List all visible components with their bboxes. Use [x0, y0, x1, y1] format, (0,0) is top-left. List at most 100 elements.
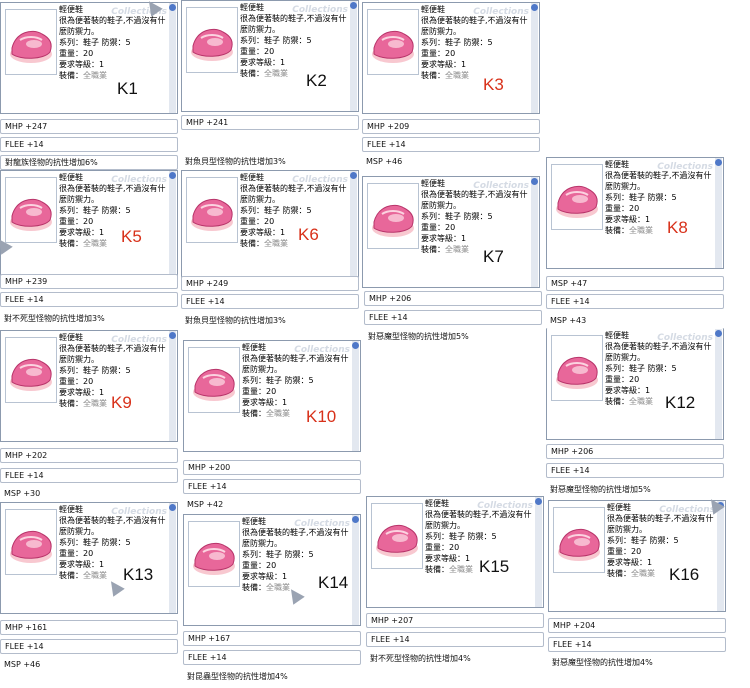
item-level: 要求等級：1 — [605, 215, 651, 224]
stat-mhp: MHP +239 — [0, 274, 178, 289]
item-weight: 重量：20 — [242, 561, 277, 570]
close-icon[interactable] — [350, 172, 357, 179]
card-tag: K16 — [669, 565, 700, 584]
item-weight: 重量：20 — [59, 217, 94, 226]
equip-label: 裝備： — [242, 583, 266, 592]
stat-flee: FLEE +14 — [183, 479, 361, 494]
stat-msp: MSP +43 — [546, 314, 724, 329]
scrollbar[interactable] — [531, 3, 538, 113]
scrollbar[interactable] — [352, 515, 359, 625]
collections-watermark: Collections — [294, 345, 350, 355]
stat-resist: 對魚貝型怪物的抗性增加3% — [181, 155, 359, 170]
equip-value: 全職業 — [83, 71, 107, 80]
item-series: 系列：鞋子 防禦：5 — [59, 206, 131, 215]
close-icon[interactable] — [535, 498, 542, 505]
close-icon[interactable] — [715, 159, 722, 166]
equip-label: 裝備： — [59, 571, 83, 580]
stat-flee: FLEE +14 — [362, 137, 540, 152]
close-icon[interactable] — [531, 4, 538, 11]
item-series: 系列：鞋子 防禦：5 — [242, 550, 314, 559]
stat-mhp: MHP +167 — [183, 631, 361, 646]
close-icon[interactable] — [715, 330, 722, 337]
item-level: 要求等級：1 — [240, 228, 286, 237]
shoe-image — [551, 335, 603, 401]
scrollbar[interactable] — [169, 331, 176, 441]
scrollbar[interactable] — [535, 497, 542, 607]
item-weight: 重量：20 — [425, 543, 460, 552]
close-icon[interactable] — [169, 332, 176, 339]
item-equip: 裝備：全職業 — [607, 568, 721, 579]
stat-resist: 對不死型怪物的抗性增加4% — [366, 652, 544, 667]
shoe-image — [367, 9, 419, 75]
item-equip: 裝備：全職業 — [59, 70, 173, 81]
scrollbar[interactable] — [350, 1, 357, 111]
stat-flee: FLEE +14 — [366, 632, 544, 647]
item-desc-2: 麼防禦力。 — [59, 195, 99, 204]
item-series: 系列：鞋子 防禦：5 — [605, 193, 677, 202]
scrollbar[interactable] — [350, 171, 357, 281]
shoe-image — [188, 347, 240, 413]
scrollbar[interactable] — [531, 177, 538, 287]
stat-mhp: MHP +200 — [183, 460, 361, 475]
shoe-image — [186, 7, 238, 73]
card-tag: K12 — [665, 393, 696, 412]
equip-value: 全職業 — [629, 397, 653, 406]
item-tooltip-k2: 輕便鞋 很為便著裝的鞋子,不過沒有什 麼防禦力。 系列：鞋子 防禦：5 重量：2… — [181, 0, 359, 112]
stat-mhp: MHP +209 — [362, 119, 540, 134]
stat-flee: FLEE +14 — [0, 137, 178, 152]
item-desc-2: 麼防禦力。 — [59, 527, 99, 536]
scrollbar[interactable] — [715, 158, 722, 268]
scrollbar[interactable] — [352, 341, 359, 451]
shoe-image — [5, 177, 57, 243]
stat-flee: FLEE +14 — [0, 292, 178, 307]
equip-label: 裝備： — [421, 71, 445, 80]
item-desc-2: 麼防禦力。 — [605, 182, 645, 191]
item-tooltip-k12: 輕便鞋 很為便著裝的鞋子,不過沒有什 麼防禦力。 系列：鞋子 防禦：5 重量：2… — [546, 328, 724, 440]
item-level: 要求等級：1 — [607, 558, 653, 567]
item-level: 要求等級：1 — [421, 234, 467, 243]
equip-label: 裝備： — [59, 71, 83, 80]
item-weight: 重量：20 — [605, 375, 640, 384]
stat-flee: FLEE +14 — [0, 468, 178, 483]
close-icon[interactable] — [531, 178, 538, 185]
close-icon[interactable] — [169, 172, 176, 179]
card-tag: K14 — [318, 573, 349, 592]
item-weight: 重量：20 — [240, 217, 275, 226]
collections-watermark: Collections — [657, 333, 713, 343]
shoe-image — [371, 503, 423, 569]
item-desc-2: 麼防禦力。 — [240, 195, 280, 204]
card-tag: K5 — [121, 227, 142, 246]
item-desc-2: 麼防禦力。 — [605, 353, 645, 362]
scrollbar[interactable] — [715, 329, 722, 439]
item-equip: 裝備：全職業 — [240, 68, 354, 79]
item-desc-2: 麼防禦力。 — [242, 365, 282, 374]
card-tag: K1 — [117, 79, 138, 98]
close-icon[interactable] — [352, 342, 359, 349]
scrollbar[interactable] — [169, 3, 176, 113]
item-desc-2: 麼防禦力。 — [59, 27, 99, 36]
scrollbar[interactable] — [169, 171, 176, 281]
item-series: 系列：鞋子 防禦：5 — [421, 212, 493, 221]
close-icon[interactable] — [169, 504, 176, 511]
stat-mhp: MHP +207 — [366, 613, 544, 628]
close-icon[interactable] — [169, 4, 176, 11]
stat-mhp: MHP +161 — [0, 620, 178, 635]
scrollbar[interactable] — [717, 501, 724, 611]
equip-value: 全職業 — [631, 569, 655, 578]
stat-resist: 對魚貝型怪物的抗性增加3% — [181, 314, 359, 329]
stat-flee: FLEE +14 — [548, 637, 726, 652]
item-equip: 裝備：全職業 — [242, 408, 356, 419]
shoe-image — [367, 183, 419, 249]
scrollbar[interactable] — [169, 503, 176, 613]
close-icon[interactable] — [350, 2, 357, 9]
item-series: 系列：鞋子 防禦：5 — [59, 366, 131, 375]
item-equip: 裝備：全職業 — [605, 225, 719, 236]
shoe-image — [5, 337, 57, 403]
item-series: 系列：鞋子 防禦：5 — [240, 206, 312, 215]
collections-watermark: Collections — [657, 162, 713, 172]
item-level: 要求等級：1 — [59, 560, 105, 569]
card-tag: K3 — [483, 75, 504, 94]
stat-resist: 對龍族怪物的抗性增加6% — [0, 155, 178, 170]
close-icon[interactable] — [352, 516, 359, 523]
stat-mhp: MHP +204 — [548, 618, 726, 633]
